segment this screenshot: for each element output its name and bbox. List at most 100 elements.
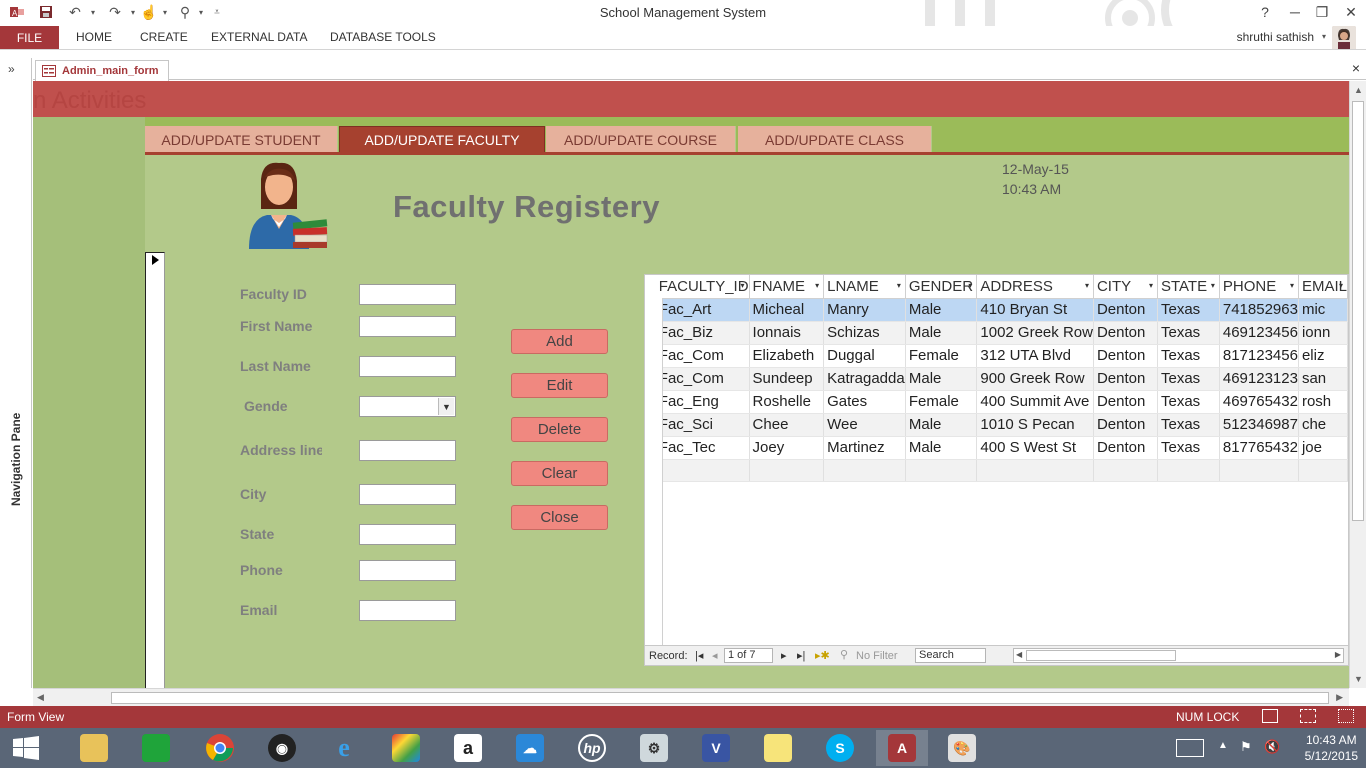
scroll-left-icon[interactable]: ◀ [1016,650,1022,659]
windows-start-button[interactable] [0,730,52,766]
table-cell[interactable]: Duggal [823,344,906,368]
filter-icon[interactable]: ⚲ [840,648,848,661]
column-header[interactable]: PHONE ▾ [1219,275,1299,299]
sort-dropdown-icon[interactable]: ▾ [897,281,901,290]
table-cell[interactable]: Male [905,413,978,437]
hp-button[interactable]: hp [566,730,618,766]
table-cell[interactable]: Male [905,436,978,460]
system-clock[interactable]: 10:43 AM 5/12/2015 [1305,732,1358,764]
table-cell[interactable]: Roshelle [749,390,825,414]
add-button[interactable]: Add [511,329,608,354]
table-cell[interactable]: Chee [749,413,825,437]
table-cell[interactable] [1219,459,1299,482]
avatar[interactable] [1332,26,1356,50]
state-input[interactable] [359,524,456,545]
table-cell[interactable]: Fac_Biz [655,321,750,345]
table-cell[interactable]: Texas [1157,344,1220,368]
first-name-input[interactable] [359,316,456,337]
file-tab[interactable]: FILE [0,26,59,50]
user-dropdown-icon[interactable]: ▾ [1322,32,1326,41]
column-header[interactable]: STATE ▾ [1157,275,1220,299]
expand-nav-icon[interactable]: » [8,62,15,76]
scroll-right-icon[interactable]: ▶ [1336,692,1343,703]
restore-button[interactable]: ❐ [1309,2,1335,22]
table-cell[interactable]: 469765432 [1219,390,1299,414]
table-cell[interactable]: Sundeep [749,367,825,391]
table-cell[interactable]: Texas [1157,367,1220,391]
table-cell[interactable]: Denton [1093,298,1158,322]
table-row[interactable]: Fac_Eng Roshelle Gates Female 400 Summit Ave… [645,390,1348,414]
table-cell[interactable]: Male [905,298,978,322]
form-horizontal-scrollbar[interactable]: ◀ ▶ [33,688,1349,706]
show-hidden-icons[interactable]: ▲ [1218,740,1228,751]
table-row[interactable]: Fac_Com Sundeep Katragadda Male 900 Greek Ro… [645,367,1348,391]
faculty-id-input[interactable] [359,284,456,305]
puzzle-app-button[interactable] [380,730,432,766]
next-record-icon[interactable]: ▸ [781,649,787,662]
table-cell[interactable]: Schizas [823,321,906,345]
table-cell[interactable]: san [1298,367,1348,391]
redo-icon[interactable]: ↷ [106,3,124,21]
table-cell[interactable] [749,459,825,482]
visio-button[interactable]: V [690,730,742,766]
close-document-button[interactable]: × [1352,60,1360,76]
table-row[interactable]: Fac_Art Micheal Manry Male 410 Bryan St Dento… [645,298,1348,322]
table-cell[interactable]: Fac_Sci [655,413,750,437]
table-cell[interactable]: Gates [823,390,906,414]
sort-dropdown-icon[interactable]: ▾ [968,281,972,290]
media-player-button[interactable]: ◉ [256,730,308,766]
form-view-icon[interactable] [1262,709,1278,723]
tab-add-update-student[interactable]: ADD/UPDATE STUDENT [145,126,338,153]
table-cell[interactable]: 469123123 [1219,367,1299,391]
tab-add-update-faculty[interactable]: ADD/UPDATE FACULTY [339,126,545,153]
faculty-datasheet[interactable]: FACULTY_ID ▾ FNAME ▾ LNAME ▾ GENDER ▾ ADDRESS ▾ CI… [644,274,1349,665]
tab-home[interactable]: HOME [76,30,112,44]
sort-dropdown-icon[interactable]: ▾ [1085,281,1089,290]
sticky-notes-button[interactable] [752,730,804,766]
minimize-button[interactable]: ─ [1282,2,1308,22]
help-button[interactable]: ? [1252,2,1278,22]
address-input[interactable] [359,440,456,461]
column-header[interactable]: ADDRESS ▾ [976,275,1094,299]
table-cell[interactable]: 900 Greek Row [976,367,1094,391]
undo-dropdown-icon[interactable]: ▾ [84,3,102,21]
no-filter-label[interactable]: No Filter [856,650,898,662]
sort-dropdown-icon[interactable]: ▾ [1149,281,1153,290]
customize-toolbar-icon[interactable]: ⩡ [208,3,226,21]
record-selector[interactable] [145,252,165,688]
edit-button[interactable]: Edit [511,373,608,398]
scroll-left-icon[interactable]: ◀ [37,692,44,703]
table-cell[interactable]: Manry [823,298,906,322]
access-taskbar-button[interactable]: A [876,730,928,766]
table-cell[interactable]: Texas [1157,436,1220,460]
table-cell[interactable]: Martinez [823,436,906,460]
table-cell[interactable]: 400 Summit Ave [976,390,1094,414]
column-header[interactable]: FACULTY_ID ▾ [655,275,750,299]
table-cell[interactable]: 469123456 [1219,321,1299,345]
tab-create[interactable]: CREATE [140,30,188,44]
table-cell[interactable]: Texas [1157,390,1220,414]
tab-database-tools[interactable]: DATABASE TOOLS [330,30,436,44]
table-cell[interactable]: 741852963 [1219,298,1299,322]
sort-dropdown-icon[interactable]: ▾ [741,281,745,290]
table-cell[interactable]: Male [905,321,978,345]
clear-button[interactable]: Clear [511,461,608,486]
table-cell[interactable]: Wee [823,413,906,437]
table-cell[interactable]: Joey [749,436,825,460]
table-cell[interactable]: Fac_Com [655,367,750,391]
scroll-right-icon[interactable]: ▶ [1335,650,1341,659]
remote-app-button[interactable]: ⚙ [628,730,680,766]
table-cell[interactable]: Katragadda [823,367,906,391]
table-cell[interactable]: Denton [1093,344,1158,368]
table-cell[interactable] [655,459,750,482]
close-button[interactable]: Close [511,505,608,530]
layout-view-icon[interactable] [1338,709,1354,723]
user-name[interactable]: shruthi sathish [1237,30,1314,44]
table-cell[interactable]: Female [905,390,978,414]
form-vertical-scrollbar[interactable]: ▲ ▼ [1349,81,1366,688]
sort-dropdown-icon[interactable]: ▾ [1290,281,1294,290]
city-input[interactable] [359,484,456,505]
previous-record-icon[interactable]: ◂ [712,649,718,662]
table-cell[interactable] [1298,459,1348,482]
table-cell[interactable]: Female [905,344,978,368]
